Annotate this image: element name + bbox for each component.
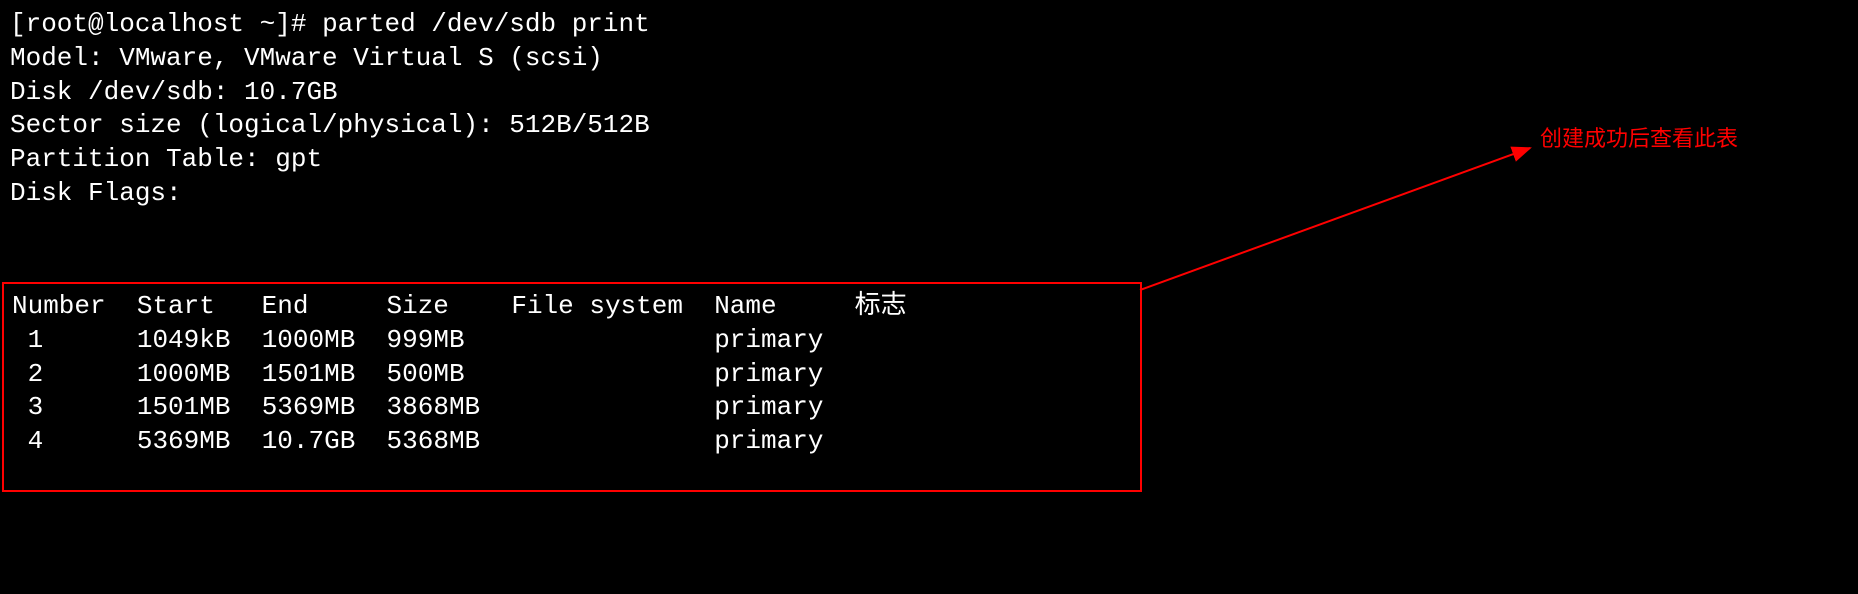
cell-start: 1049kB [137, 325, 231, 355]
header-size: Size [387, 291, 449, 321]
cell-end: 5369MB [262, 392, 356, 422]
table-header-row: Number Start End Size File system Name 标… [12, 290, 1132, 324]
cell-name: primary [714, 392, 823, 422]
partition-table-box: Number Start End Size File system Name 标… [2, 282, 1142, 492]
command-line: [root@localhost ~]# parted /dev/sdb prin… [10, 8, 1858, 42]
header-end: End [262, 291, 309, 321]
output-disk-flags: Disk Flags: [10, 177, 1858, 211]
cell-end: 1000MB [262, 325, 356, 355]
cell-number: 1 [28, 325, 44, 355]
cell-name: primary [714, 359, 823, 389]
table-row: 2 1000MB 1501MB 500MB primary [12, 358, 1132, 392]
cell-number: 3 [28, 392, 44, 422]
cell-start: 1000MB [137, 359, 231, 389]
cell-number: 4 [28, 426, 44, 456]
cell-size: 3868MB [387, 392, 481, 422]
cell-size: 500MB [387, 359, 465, 389]
header-number: Number [12, 291, 106, 321]
cell-name: primary [714, 325, 823, 355]
cell-size: 5368MB [387, 426, 481, 456]
cell-start: 5369MB [137, 426, 231, 456]
header-file-system: File system [511, 291, 683, 321]
output-disk: Disk /dev/sdb: 10.7GB [10, 76, 1858, 110]
cell-end: 1501MB [262, 359, 356, 389]
header-start: Start [137, 291, 215, 321]
command-text: parted /dev/sdb print [322, 9, 650, 39]
table-row: 1 1049kB 1000MB 999MB primary [12, 324, 1132, 358]
annotation-text: 创建成功后查看此表 [1540, 125, 1738, 154]
shell-prompt: [root@localhost ~]# [10, 9, 306, 39]
cell-start: 1501MB [137, 392, 231, 422]
cell-name: primary [714, 426, 823, 456]
table-row: 4 5369MB 10.7GB 5368MB primary [12, 425, 1132, 459]
header-name: Name [714, 291, 776, 321]
cell-end: 10.7GB [262, 426, 356, 456]
cell-number: 2 [28, 359, 44, 389]
output-model: Model: VMware, VMware Virtual S (scsi) [10, 42, 1858, 76]
table-row: 3 1501MB 5369MB 3868MB primary [12, 391, 1132, 425]
cell-size: 999MB [387, 325, 465, 355]
header-flags: 标志 [855, 291, 907, 321]
